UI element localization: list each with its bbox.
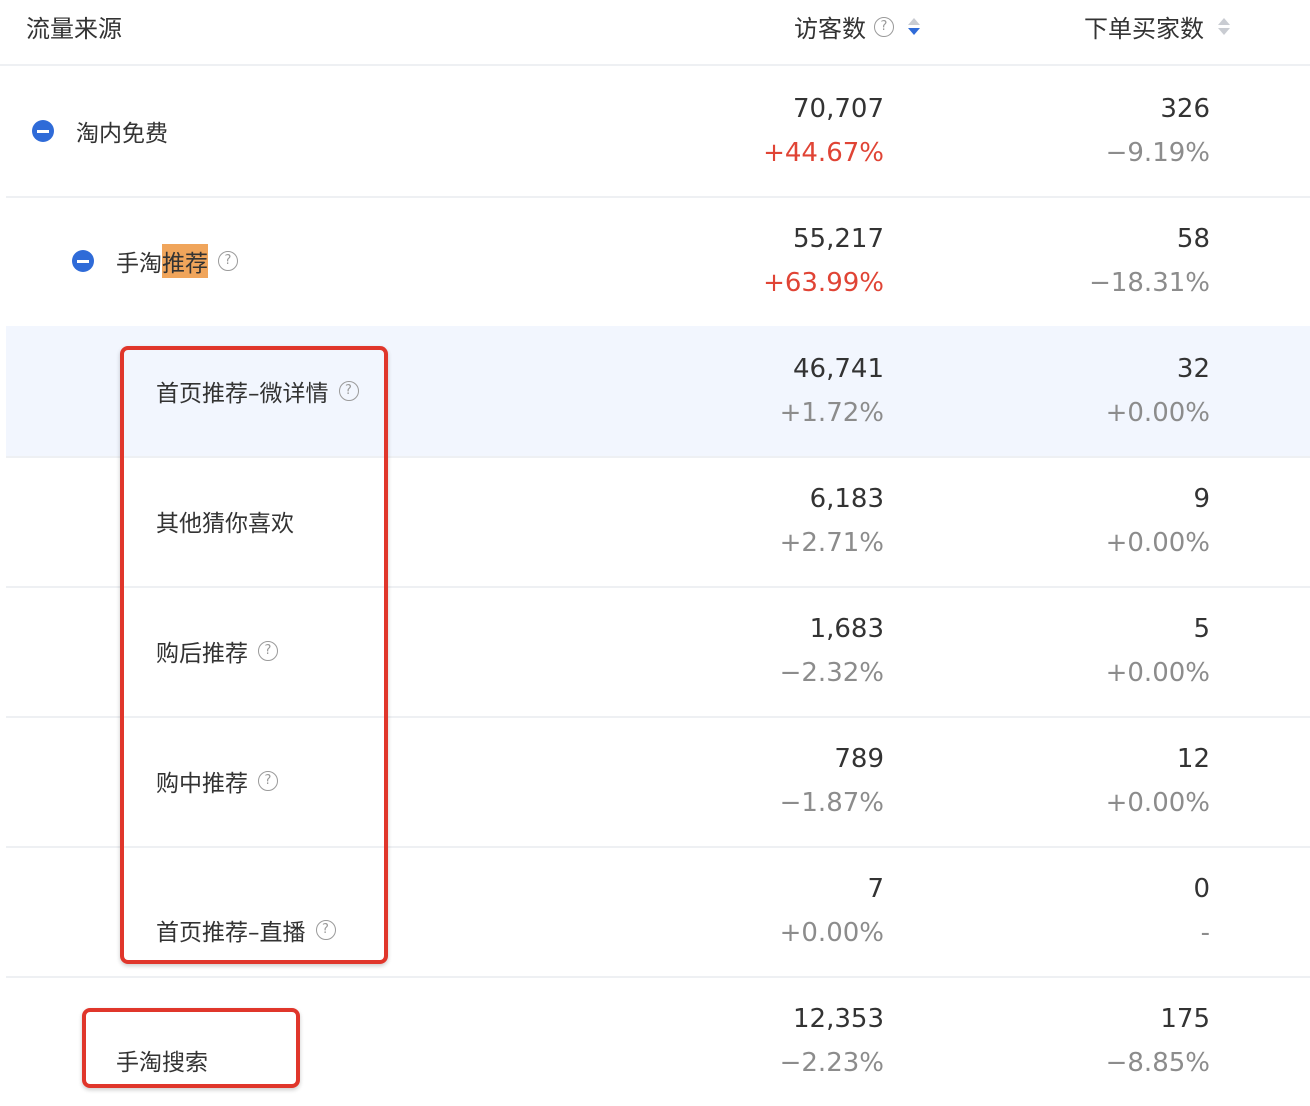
buyers-change: +0.00% (1105, 398, 1210, 428)
visitors-value: 789 (834, 744, 884, 774)
row-label: 淘内免费 (32, 114, 168, 148)
search-highlight: 推荐 (162, 244, 208, 278)
visitors-value: 46,741 (793, 354, 884, 384)
table-row[interactable]: 手淘 推荐 ? 55,217 +63.99% 58 −18.31% (6, 196, 1310, 328)
buyers-value: 9 (1193, 484, 1210, 514)
table-header: 流量来源 访客数 ? 下单买家数 (0, 0, 1310, 66)
buyers-value: 0 (1193, 874, 1210, 904)
column-header-source: 流量来源 (26, 15, 122, 43)
column-header-visitors[interactable]: 访客数 ? (794, 9, 920, 44)
visitors-value: 12,353 (793, 1004, 884, 1034)
buyers-change: −9.19% (1105, 138, 1210, 168)
question-circle-icon[interactable]: ? (874, 16, 894, 37)
visitors-value: 1,683 (809, 614, 884, 644)
minus-circle-icon[interactable] (32, 120, 54, 142)
buyers-change: +0.00% (1105, 788, 1210, 818)
visitors-change: +63.99% (763, 268, 884, 298)
visitors-change: −2.32% (779, 658, 884, 688)
visitors-value: 55,217 (793, 224, 884, 254)
annotation-box (82, 1008, 300, 1088)
visitors-value: 6,183 (809, 484, 884, 514)
visitors-header-label: 访客数 (794, 15, 866, 43)
annotation-box (120, 346, 388, 964)
buyers-header-label: 下单买家数 (1084, 15, 1204, 43)
visitors-change: +0.00% (779, 918, 884, 948)
visitors-change: +44.67% (763, 138, 884, 168)
row-name: 淘内免费 (76, 121, 168, 147)
row-label: 手淘 推荐 ? (72, 244, 238, 278)
visitors-change: +1.72% (779, 398, 884, 428)
sort-caret-icon[interactable] (1218, 18, 1230, 35)
visitors-value: 70,707 (793, 94, 884, 124)
visitors-change: +2.71% (779, 528, 884, 558)
buyers-change: - (1200, 918, 1210, 948)
table-row[interactable]: 淘内免费 70,707 +44.67% 326 −9.19% (6, 66, 1310, 198)
visitors-change: −2.23% (779, 1048, 884, 1078)
buyers-change: −8.85% (1105, 1048, 1210, 1078)
buyers-value: 32 (1176, 354, 1210, 384)
buyers-value: 326 (1160, 94, 1210, 124)
column-header-buyers[interactable]: 下单买家数 (1084, 9, 1230, 44)
question-circle-icon[interactable]: ? (218, 251, 238, 271)
buyers-change: +0.00% (1105, 528, 1210, 558)
buyers-value: 12 (1176, 744, 1210, 774)
minus-circle-icon[interactable] (72, 250, 94, 272)
buyers-value: 58 (1176, 224, 1210, 254)
buyers-change: +0.00% (1105, 658, 1210, 688)
row-name: 手淘 (116, 251, 162, 277)
visitors-change: −1.87% (779, 788, 884, 818)
buyers-value: 5 (1193, 614, 1210, 644)
buyers-change: −18.31% (1089, 268, 1210, 298)
sort-caret-icon[interactable] (908, 18, 920, 35)
buyers-value: 175 (1160, 1004, 1210, 1034)
visitors-value: 7 (867, 874, 884, 904)
